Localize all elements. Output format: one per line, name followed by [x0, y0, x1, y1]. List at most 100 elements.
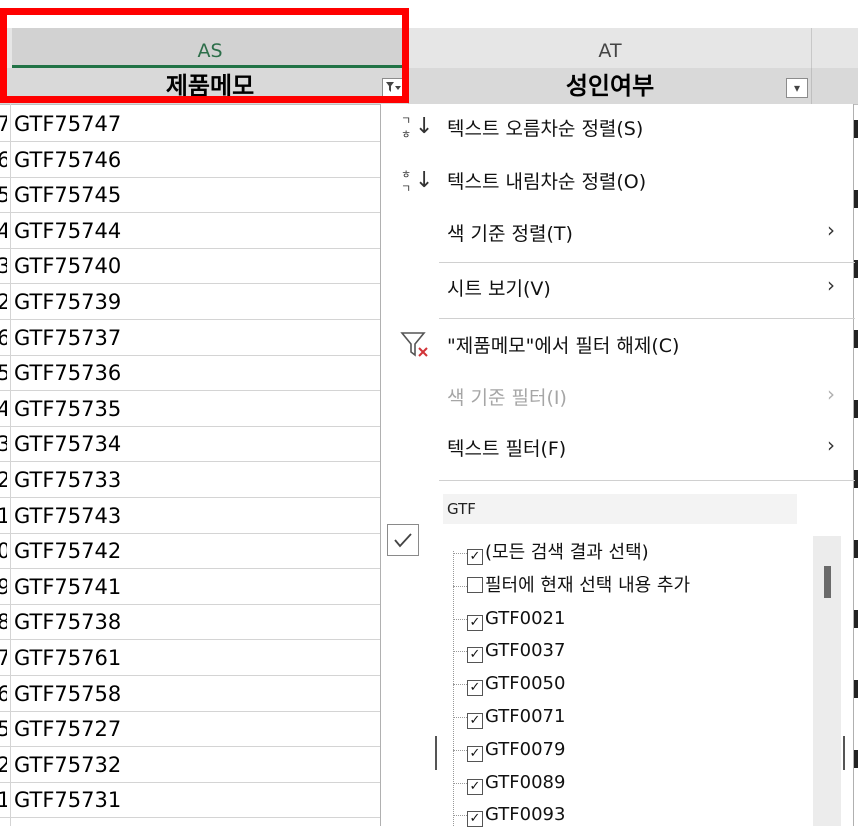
filter-list-item[interactable]: ✓ GTF0050	[467, 669, 565, 699]
table-row[interactable]: 6 GTF75746	[0, 143, 390, 178]
menu-divider	[439, 318, 855, 319]
row-number-fragment: 5	[0, 717, 7, 742]
row-number-fragment: 2	[0, 752, 7, 777]
cell-product-memo[interactable]: GTF75758	[14, 677, 121, 712]
table-row[interactable]: 4 GTF75735	[0, 392, 390, 427]
checkbox-checked-icon[interactable]: ✓	[467, 680, 483, 697]
row-number-fragment: 5	[0, 361, 7, 386]
menu-text-filter[interactable]: 텍스트 필터(F)	[447, 434, 566, 464]
menu-sort-by-color[interactable]: 색 기준 정렬(T)	[447, 219, 573, 249]
cell-product-memo[interactable]: GTF75734	[14, 427, 121, 462]
filter-dropdown-icon[interactable]: ▾	[786, 78, 808, 98]
checkbox-checked-icon[interactable]: ✓	[467, 647, 483, 664]
checkbox-checked-icon[interactable]: ✓	[467, 713, 483, 729]
filter-list-item[interactable]: ✓ GTF0071	[467, 702, 565, 732]
filter-list-item[interactable]: ✓ (모든 검색 결과 선택)	[467, 538, 649, 568]
table-row[interactable]: 3 GTF75734	[0, 427, 390, 463]
table-row[interactable]: 5 GTF75727	[0, 712, 390, 748]
filter-list-item[interactable]: ✓ GTF0089	[467, 768, 565, 798]
table-row[interactable]: 2 GTF75733	[0, 463, 390, 498]
row-number-fragment: 6	[0, 681, 7, 706]
checkbox-unchecked-icon[interactable]	[467, 576, 483, 593]
table-row[interactable]: 4 GTF75744	[0, 214, 390, 249]
table-row[interactable]: 6 GTF75737	[0, 321, 390, 356]
filter-search-input[interactable]: GTF	[443, 494, 797, 524]
menu-divider	[439, 262, 855, 263]
cell-product-memo[interactable]: GTF75747	[14, 107, 121, 142]
table-row[interactable]: 7 GTF75747	[0, 107, 390, 142]
filter-list-label: GTF0021	[485, 607, 566, 629]
table-row[interactable]: 6 GTF75758	[0, 677, 390, 712]
highlight-annotation-box	[0, 8, 409, 103]
table-row[interactable]: 3 GTF75740	[0, 249, 390, 285]
menu-filter-by-color: 색 기준 필터(I)	[447, 387, 567, 409]
checkbox-checked-icon[interactable]: ✓	[467, 778, 483, 795]
cell-product-memo[interactable]: GTF75741	[14, 570, 121, 605]
filter-list-label: GTF0089	[485, 771, 566, 793]
column-separator	[811, 28, 812, 68]
checkbox-checked-icon[interactable]: ✓	[467, 549, 483, 565]
filter-list-item[interactable]: ✓ GTF0079	[467, 735, 565, 765]
checkmark-icon	[387, 524, 419, 556]
cell-product-memo[interactable]: GTF75761	[14, 641, 121, 676]
cell-product-memo[interactable]: GTF75740	[14, 249, 121, 284]
table-row[interactable]: 5 GTF75736	[0, 356, 390, 392]
cell-product-memo[interactable]: GTF75743	[14, 499, 121, 534]
checkbox-checked-icon[interactable]: ✓	[467, 811, 483, 828]
cell-product-memo[interactable]: GTF75727	[14, 712, 121, 747]
menu-clear-filter[interactable]: "제품메모"에서 필터 해제(C)	[447, 331, 679, 361]
cell-product-memo[interactable]: GTF75745	[14, 178, 121, 213]
menu-sheet-view[interactable]: 시트 보기(V)	[447, 274, 551, 304]
header-cell-adult-status[interactable]: 성인여부	[409, 68, 811, 104]
table-row[interactable]: 9 GTF75741	[0, 570, 390, 605]
chevron-right-icon: ›	[827, 218, 835, 242]
filter-list-label: GTF0050	[485, 673, 566, 695]
checkbox-checked-icon[interactable]: ✓	[467, 614, 483, 631]
tree-line	[453, 815, 467, 817]
tree-line	[453, 618, 467, 620]
cell-product-memo[interactable]: GTF75735	[14, 392, 121, 427]
cell-product-memo[interactable]: GTF75746	[14, 143, 121, 178]
cell-product-memo[interactable]: GTF75738	[14, 605, 121, 640]
clear-filter-icon	[399, 330, 435, 366]
search-value: GTF	[447, 500, 476, 518]
table-row[interactable]: 2 GTF75732	[0, 748, 390, 783]
row-number-fragment: 2	[0, 468, 7, 492]
table-row[interactable]: 0 GTF75742	[0, 534, 390, 570]
table-row[interactable]: 1 GTF75731	[0, 783, 390, 819]
filter-list-label: GTF0037	[485, 640, 566, 662]
tree-line	[453, 782, 467, 784]
filter-dropdown-menu: ㄱ ㅎ ↓ 텍스트 오름차순 정렬(S) ㅎ ㄱ ↓ 텍스트 내림차순 정렬(O…	[380, 104, 855, 828]
resize-handle-right[interactable]	[843, 736, 845, 770]
table-row[interactable]: 7 GTF75761	[0, 641, 390, 676]
row-number-fragment: 6	[0, 147, 7, 172]
row-number-fragment: 4	[0, 218, 7, 243]
row-number-fragment: 5	[0, 183, 7, 208]
cell-product-memo[interactable]: GTF75732	[14, 748, 121, 783]
cell-product-memo[interactable]: GTF75739	[14, 285, 121, 320]
chevron-right-icon: ›	[827, 382, 835, 406]
chevron-right-icon: ›	[827, 273, 835, 297]
filter-list-item[interactable]: 필터에 현재 선택 내용 추가	[467, 571, 690, 601]
checkbox-checked-icon[interactable]: ✓	[467, 745, 483, 762]
cell-product-memo[interactable]: GTF75737	[14, 321, 121, 356]
menu-sort-descending[interactable]: 텍스트 내림차순 정렬(O)	[447, 167, 646, 197]
cell-product-memo[interactable]: GTF75736	[14, 356, 121, 391]
cell-product-memo[interactable]: GTF75731	[14, 783, 121, 818]
table-row[interactable]: 5 GTF75745	[0, 178, 390, 214]
table-row[interactable]: 1 GTF75743	[0, 499, 390, 534]
filter-list-item[interactable]: ✓ GTF0021	[467, 604, 565, 634]
column-letter-at[interactable]: AT	[409, 28, 811, 68]
cell-product-memo[interactable]: GTF75733	[14, 463, 121, 498]
row-number-fragment: 1	[0, 788, 7, 813]
menu-sort-ascending[interactable]: 텍스트 오름차순 정렬(S)	[447, 114, 643, 144]
table-row[interactable]: 8 GTF75738	[0, 605, 390, 641]
table-row[interactable]: 2 GTF75739	[0, 285, 390, 320]
filter-list-label: 필터에 현재 선택 내용 추가	[485, 574, 691, 596]
scrollbar-thumb[interactable]	[824, 566, 831, 598]
cell-product-memo[interactable]: GTF75742	[14, 534, 121, 569]
resize-handle-left[interactable]	[435, 736, 437, 770]
cell-product-memo[interactable]: GTF75744	[14, 214, 121, 249]
filter-list-item[interactable]: ✓ GTF0037	[467, 636, 565, 666]
tree-line	[453, 553, 467, 554]
